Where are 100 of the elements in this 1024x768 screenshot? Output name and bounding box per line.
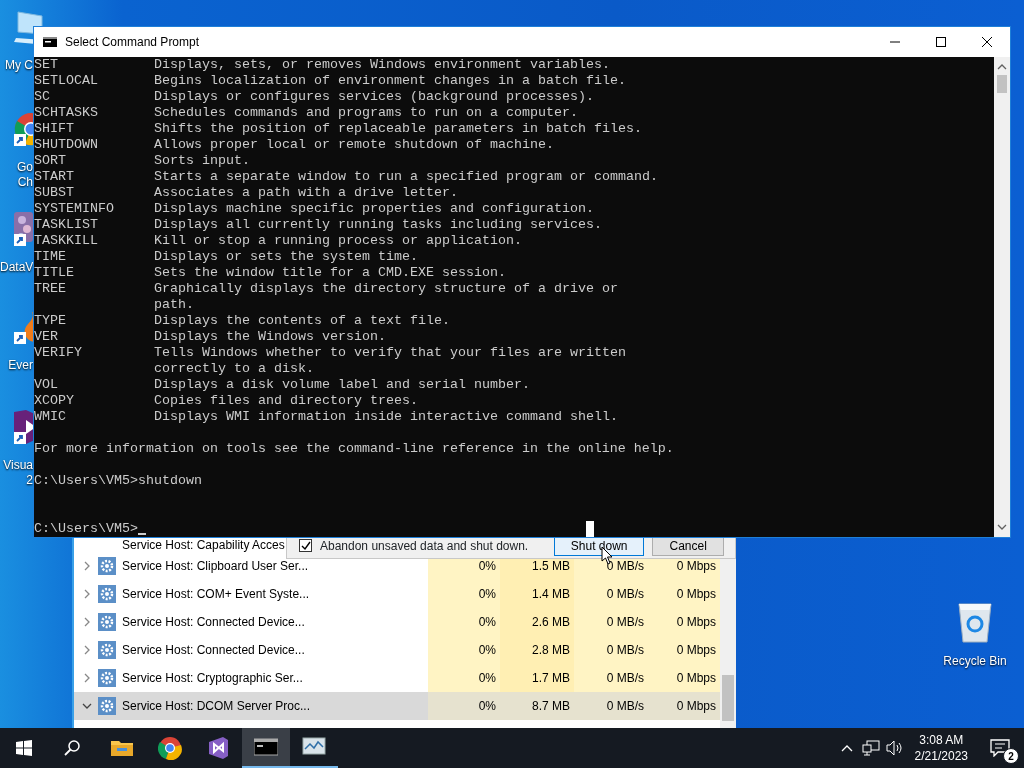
notification-button[interactable]: 2 (976, 728, 1024, 768)
selection-block (586, 521, 594, 537)
shortcut-arrow-icon (14, 134, 26, 146)
process-name: Service Host: Connected Device... (122, 614, 305, 631)
expand-chevron-icon[interactable] (82, 617, 92, 627)
shortcut-arrow-icon (14, 234, 26, 246)
command-description: Graphically displays the directory structure of a drive or (154, 281, 618, 296)
table-cell: 2.6 MB (500, 608, 574, 636)
command-name: SHIFT (34, 121, 75, 137)
recycle-bin-icon[interactable] (955, 600, 995, 644)
table-cell: 0 MB/s (574, 664, 648, 692)
command-description: Associates a path with a drive letter. (154, 185, 458, 200)
table-cell: 0% (428, 636, 500, 664)
process-row[interactable]: Service Host: DCOM Server Proc... 0% 8.7 MB 0 MB/s 0 Mbps (74, 692, 720, 720)
shortcut-arrow-icon (14, 432, 26, 444)
command-description: Shifts the position of replaceable parameters in batch files. (154, 121, 642, 136)
checkbox[interactable] (299, 539, 312, 552)
clock[interactable]: 3:08 AM 2/21/2023 (906, 732, 976, 764)
command-name: SHUTDOWN (34, 137, 99, 153)
scroll-thumb[interactable] (997, 75, 1007, 93)
desktop-icon-label[interactable]: 2 (0, 473, 33, 488)
gear-icon (98, 585, 116, 603)
command-description: path. (154, 297, 194, 312)
desktop-icon-label[interactable]: Visua (0, 458, 33, 473)
command-description: Displays machine specific properties and configuration. (154, 201, 594, 216)
gear-icon (98, 557, 116, 575)
clock-time: 3:08 AM (919, 732, 964, 748)
command-description: correctly to a disk. (154, 361, 314, 376)
command-name: VER (34, 329, 59, 345)
desktop-icon-label[interactable]: Go (0, 160, 33, 175)
command-name: TREE (34, 281, 67, 297)
command-name: TASKKILL (34, 233, 99, 249)
command-description: Displays all currently running tasks including services. (154, 217, 602, 232)
command-name: START (34, 169, 75, 185)
command-name: SCHTASKS (34, 105, 99, 121)
table-cell: 0 MB/s (574, 692, 648, 720)
shortcut-arrow-icon (14, 332, 26, 344)
process-row[interactable]: Service Host: COM+ Event Syste... 0% 1.4 MB 0 MB/s 0 Mbps (74, 580, 720, 608)
command-description: Displays or sets the system time. (154, 249, 418, 264)
maximize-icon (936, 37, 946, 47)
taskbar-app-button[interactable] (242, 728, 290, 768)
process-name: Service Host: DCOM Server Proc... (122, 698, 311, 715)
search-icon (64, 740, 80, 756)
window-title: Select Command Prompt (65, 34, 200, 51)
collapse-chevron-icon[interactable] (82, 701, 92, 711)
console-icon (254, 735, 278, 759)
command-name: VERIFY (34, 345, 83, 361)
command-name: SET (34, 57, 59, 73)
command-description: Sets the window title for a CMD.EXE session. (154, 265, 506, 280)
command-description: Displays the contents of a text file. (154, 313, 450, 328)
process-name: Service Host: Clipboard User Ser... (122, 558, 309, 575)
table-cell: 1.7 MB (500, 664, 574, 692)
command-name: VOL (34, 377, 59, 393)
gear-icon (98, 613, 116, 631)
checkbox-label: Abandon unsaved data and shut down. (320, 538, 529, 554)
command-name: TIME (34, 249, 67, 265)
table-cell: 0 MB/s (574, 636, 648, 664)
command-name: SORT (34, 153, 67, 169)
command-name: SETLOCAL (34, 73, 99, 89)
chrome-icon (158, 736, 182, 760)
command-name: SUBST (34, 185, 75, 201)
expand-chevron-icon[interactable] (82, 673, 92, 683)
table-cell: 0 Mbps (648, 692, 720, 720)
process-row[interactable]: Service Host: Cryptographic Ser... 0% 1.7 MB 0 MB/s 0 Mbps (74, 664, 720, 692)
windows-logo-icon (16, 740, 32, 756)
caret-up-icon (840, 744, 853, 752)
process-row[interactable]: Service Host: Connected Device... 0% 2.8 MB 0 MB/s 0 Mbps (74, 636, 720, 664)
process-name: Service Host: COM+ Event Syste... (122, 586, 310, 603)
table-cell: 0 Mbps (648, 636, 720, 664)
command-description: Copies files and directory trees. (154, 393, 418, 408)
command-name: SC (34, 89, 51, 105)
console-line: For more information on tools see the command-line reference in the online help. (34, 441, 674, 456)
table-cell: 0 Mbps (648, 580, 720, 608)
process-name: Service Host: Cryptographic Ser... (122, 670, 303, 687)
table-cell: 8.7 MB (500, 692, 574, 720)
desktop-icon-label[interactable]: Ever (0, 358, 33, 373)
studio-icon (206, 736, 230, 760)
desktop-icon-label[interactable]: My C (0, 58, 33, 73)
command-description: Schedules commands and programs to run on a computer. (154, 105, 578, 120)
command-name: TASKLIST (34, 217, 99, 233)
table-cell: 0% (428, 608, 500, 636)
table-cell: 2.8 MB (500, 636, 574, 664)
gear-icon (98, 641, 116, 659)
command-description: Displays a disk volume label and serial number. (154, 377, 530, 392)
table-cell: 0 MB/s (574, 580, 648, 608)
command-description: Starts a separate window to run a specified program or command. (154, 169, 658, 184)
expand-chevron-icon[interactable] (82, 589, 92, 599)
expand-chevron-icon[interactable] (82, 561, 92, 571)
command-name: WMIC (34, 409, 67, 425)
expand-chevron-icon[interactable] (82, 645, 92, 655)
process-row[interactable]: Service Host: Connected Device... 0% 2.6 MB 0 MB/s 0 Mbps (74, 608, 720, 636)
recycle-bin-label[interactable]: Recycle Bin (943, 652, 1007, 670)
console-icon (43, 37, 57, 47)
scrollbar[interactable] (994, 57, 1010, 537)
table-cell: 0 Mbps (648, 664, 720, 692)
desktop-icon-label[interactable]: Ch (0, 175, 33, 190)
clock-date: 2/21/2023 (914, 748, 968, 764)
command-description: Kill or stop a running process or application. (154, 233, 522, 248)
desktop-icon-label[interactable]: DataV (0, 260, 33, 275)
gear-icon (98, 669, 116, 687)
